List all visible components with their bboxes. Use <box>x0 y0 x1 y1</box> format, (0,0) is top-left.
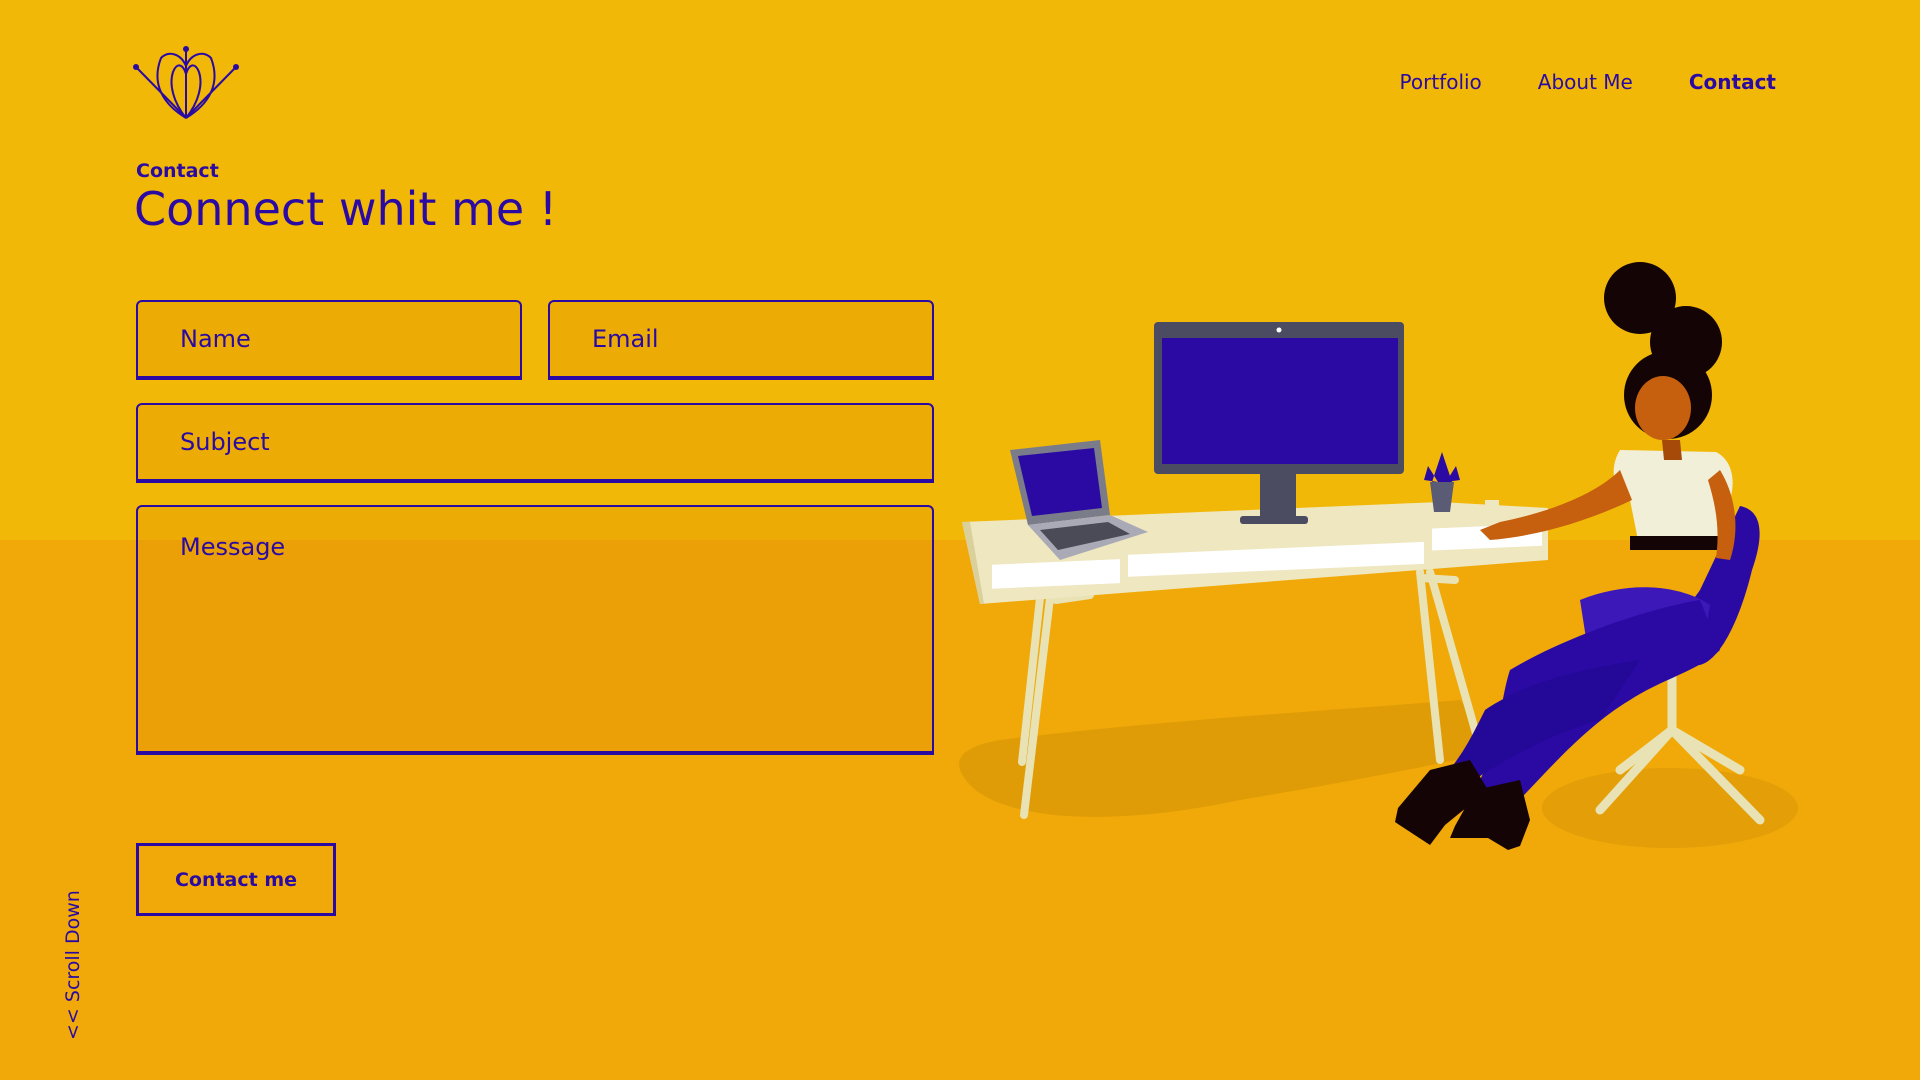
message-field[interactable] <box>136 505 934 755</box>
nav-item-contact[interactable]: Contact <box>1689 70 1776 94</box>
page-title: Connect whit me ! <box>134 182 558 236</box>
email-field[interactable] <box>548 300 934 380</box>
subject-field[interactable] <box>136 403 934 483</box>
name-field[interactable] <box>136 300 522 380</box>
nav-item-portfolio[interactable]: Portfolio <box>1400 70 1482 94</box>
section-eyebrow: Contact <box>136 160 219 182</box>
main-nav: Portfolio About Me Contact <box>1400 70 1776 94</box>
nav-item-about-me[interactable]: About Me <box>1538 70 1633 94</box>
logo-icon[interactable] <box>133 44 239 120</box>
desk-illustration <box>959 262 1798 850</box>
scroll-down-hint[interactable]: << Scroll Down <box>62 890 84 1040</box>
contact-me-button[interactable]: Contact me <box>136 843 336 916</box>
